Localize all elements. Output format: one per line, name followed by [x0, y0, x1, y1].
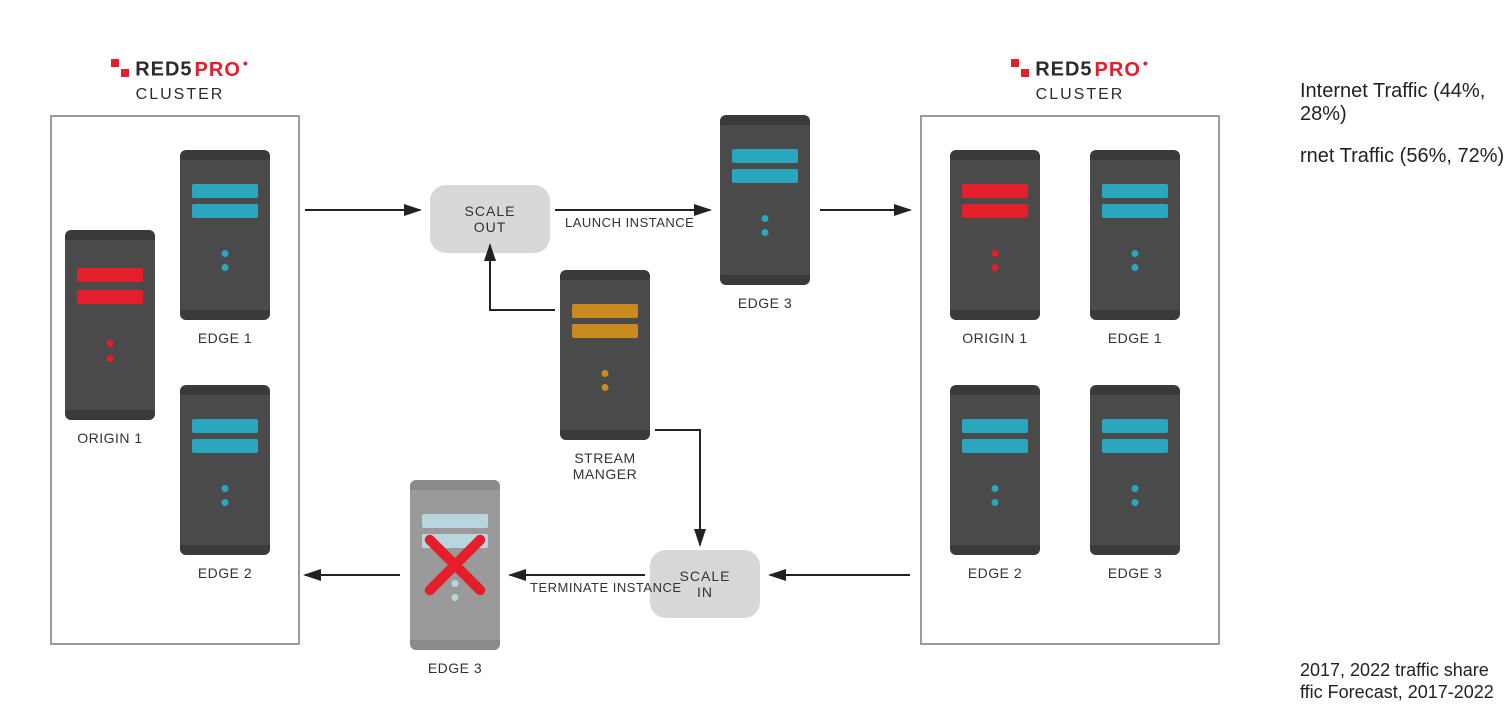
server-origin1-right: ORIGIN 1	[950, 150, 1040, 346]
server-origin1-left: ORIGIN 1	[65, 230, 155, 446]
footer-line2: ffic Forecast, 2017-2022	[1300, 682, 1494, 703]
side-traffic-line2: rnet Traffic (56%, 72%)	[1300, 145, 1504, 168]
label-terminate-instance: TERMINATE INSTANCE	[530, 580, 682, 595]
diagram-stage: RED5PRO• CLUSTER RED5PRO• CLUSTER ORIGIN…	[0, 0, 1511, 723]
server-edge1-right: EDGE 1	[1090, 150, 1180, 346]
footer-line1: 2017, 2022 traffic share	[1300, 660, 1489, 681]
brand-right: RED5PRO• CLUSTER	[980, 55, 1180, 104]
server-edge2-right: EDGE 2	[950, 385, 1040, 581]
brand-icon	[1011, 59, 1029, 77]
server-edge2-left: EDGE 2	[180, 385, 270, 581]
server-stream-manager: STREAM MANGER	[560, 270, 650, 482]
label-launch-instance: LAUNCH INSTANCE	[565, 215, 694, 230]
server-edge3-top: EDGE 3	[720, 115, 810, 311]
brand-icon	[111, 59, 129, 77]
brand-left: RED5PRO• CLUSTER	[80, 55, 280, 104]
server-edge1-left: EDGE 1	[180, 150, 270, 346]
side-traffic-line1: Internet Traffic (44%, 28%)	[1300, 80, 1511, 126]
server-edge3-terminated: EDGE 3	[410, 480, 500, 676]
x-icon	[410, 490, 500, 640]
server-edge3-right: EDGE 3	[1090, 385, 1180, 581]
scale-out-pill: SCALE OUT	[430, 185, 550, 253]
